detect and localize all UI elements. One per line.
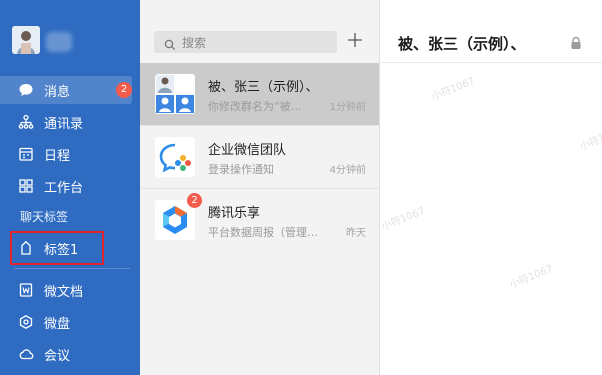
conversation-time: 昨天 — [346, 228, 366, 239]
sidebar-item-drive[interactable]: 微盘 — [0, 308, 132, 336]
sidebar-item-label: 工作台 — [44, 180, 84, 196]
conversation-item[interactable]: 被、张三（示例）、 你修改群名为“被… 1分钟前 — [140, 63, 379, 125]
conversation-item[interactable]: 企业微信团队 登录操作通知 4分钟前 — [140, 126, 379, 188]
chat-header: 被、张三（示例）、 — [380, 0, 602, 63]
sidebar-item-workbench[interactable]: 工作台 — [0, 172, 132, 200]
sidebar-item-label: 微文档 — [44, 284, 84, 300]
conversation-preview: 平台数据周报（管理… — [208, 226, 318, 239]
highlight-annotation-box — [10, 231, 104, 265]
unread-badge: 2 — [116, 82, 132, 98]
search-placeholder: 搜索 — [182, 35, 207, 50]
sidebar: 消息 2 通讯录 日程 工作台 聊天标签 标签1 微文档 微盘 会议 — [0, 0, 140, 375]
conversation-name: 企业微信团队 — [208, 143, 287, 158]
chat-bubble-icon — [18, 82, 34, 98]
lock-icon — [570, 35, 582, 49]
search-icon — [164, 36, 176, 51]
sidebar-item-contacts[interactable]: 通讯录 — [0, 108, 132, 136]
sidebar-item-docs[interactable]: 微文档 — [0, 276, 132, 304]
chat-tags-section-title: 聊天标签 — [20, 210, 69, 224]
conversation-preview: 你修改群名为“被… — [208, 100, 302, 113]
sidebar-item-messages[interactable]: 消息 2 — [0, 76, 132, 104]
sidebar-item-label: 日程 — [44, 148, 71, 164]
group-avatar — [155, 74, 195, 114]
profile-name-blurred — [46, 32, 72, 52]
add-button[interactable] — [346, 31, 364, 53]
wecom-team-logo-icon — [155, 137, 195, 177]
chat-panel: 被、张三（示例）、 — [380, 0, 602, 375]
conversation-time: 1分钟前 — [329, 102, 366, 113]
chat-title[interactable]: 被、张三（示例）、 — [398, 33, 526, 54]
conversation-name: 被、张三（示例）、 — [208, 80, 319, 95]
sidebar-item-meeting[interactable]: 会议 — [0, 340, 132, 368]
sidebar-item-calendar[interactable]: 日程 — [0, 140, 132, 168]
conversation-time: 4分钟前 — [329, 165, 366, 176]
document-w-icon — [18, 282, 34, 298]
conversation-preview: 登录操作通知 — [208, 163, 274, 176]
sidebar-divider — [14, 268, 130, 269]
conversation-item[interactable]: 2 腾讯乐享 平台数据周报（管理… 昨天 — [140, 189, 379, 251]
grid-icon — [18, 178, 34, 194]
plus-icon — [347, 32, 363, 52]
search-input[interactable]: 搜索 — [154, 31, 337, 53]
meeting-cloud-icon — [18, 346, 34, 362]
org-chart-icon — [18, 114, 34, 130]
conversation-panel: 搜索 被、张三（示例）、 你修改群名为“被… 1分钟前 企业微信团队 登录操作通… — [140, 0, 380, 375]
sidebar-item-label: 消息 — [44, 84, 71, 100]
profile-avatar[interactable] — [12, 26, 40, 54]
sidebar-item-label: 通讯录 — [44, 116, 84, 132]
unread-badge: 2 — [187, 193, 202, 208]
calendar-icon — [18, 146, 34, 162]
conversation-name: 腾讯乐享 — [208, 206, 261, 221]
cloud-drive-icon — [18, 314, 34, 330]
sidebar-item-label: 会议 — [44, 348, 71, 364]
sidebar-item-label: 微盘 — [44, 316, 71, 332]
